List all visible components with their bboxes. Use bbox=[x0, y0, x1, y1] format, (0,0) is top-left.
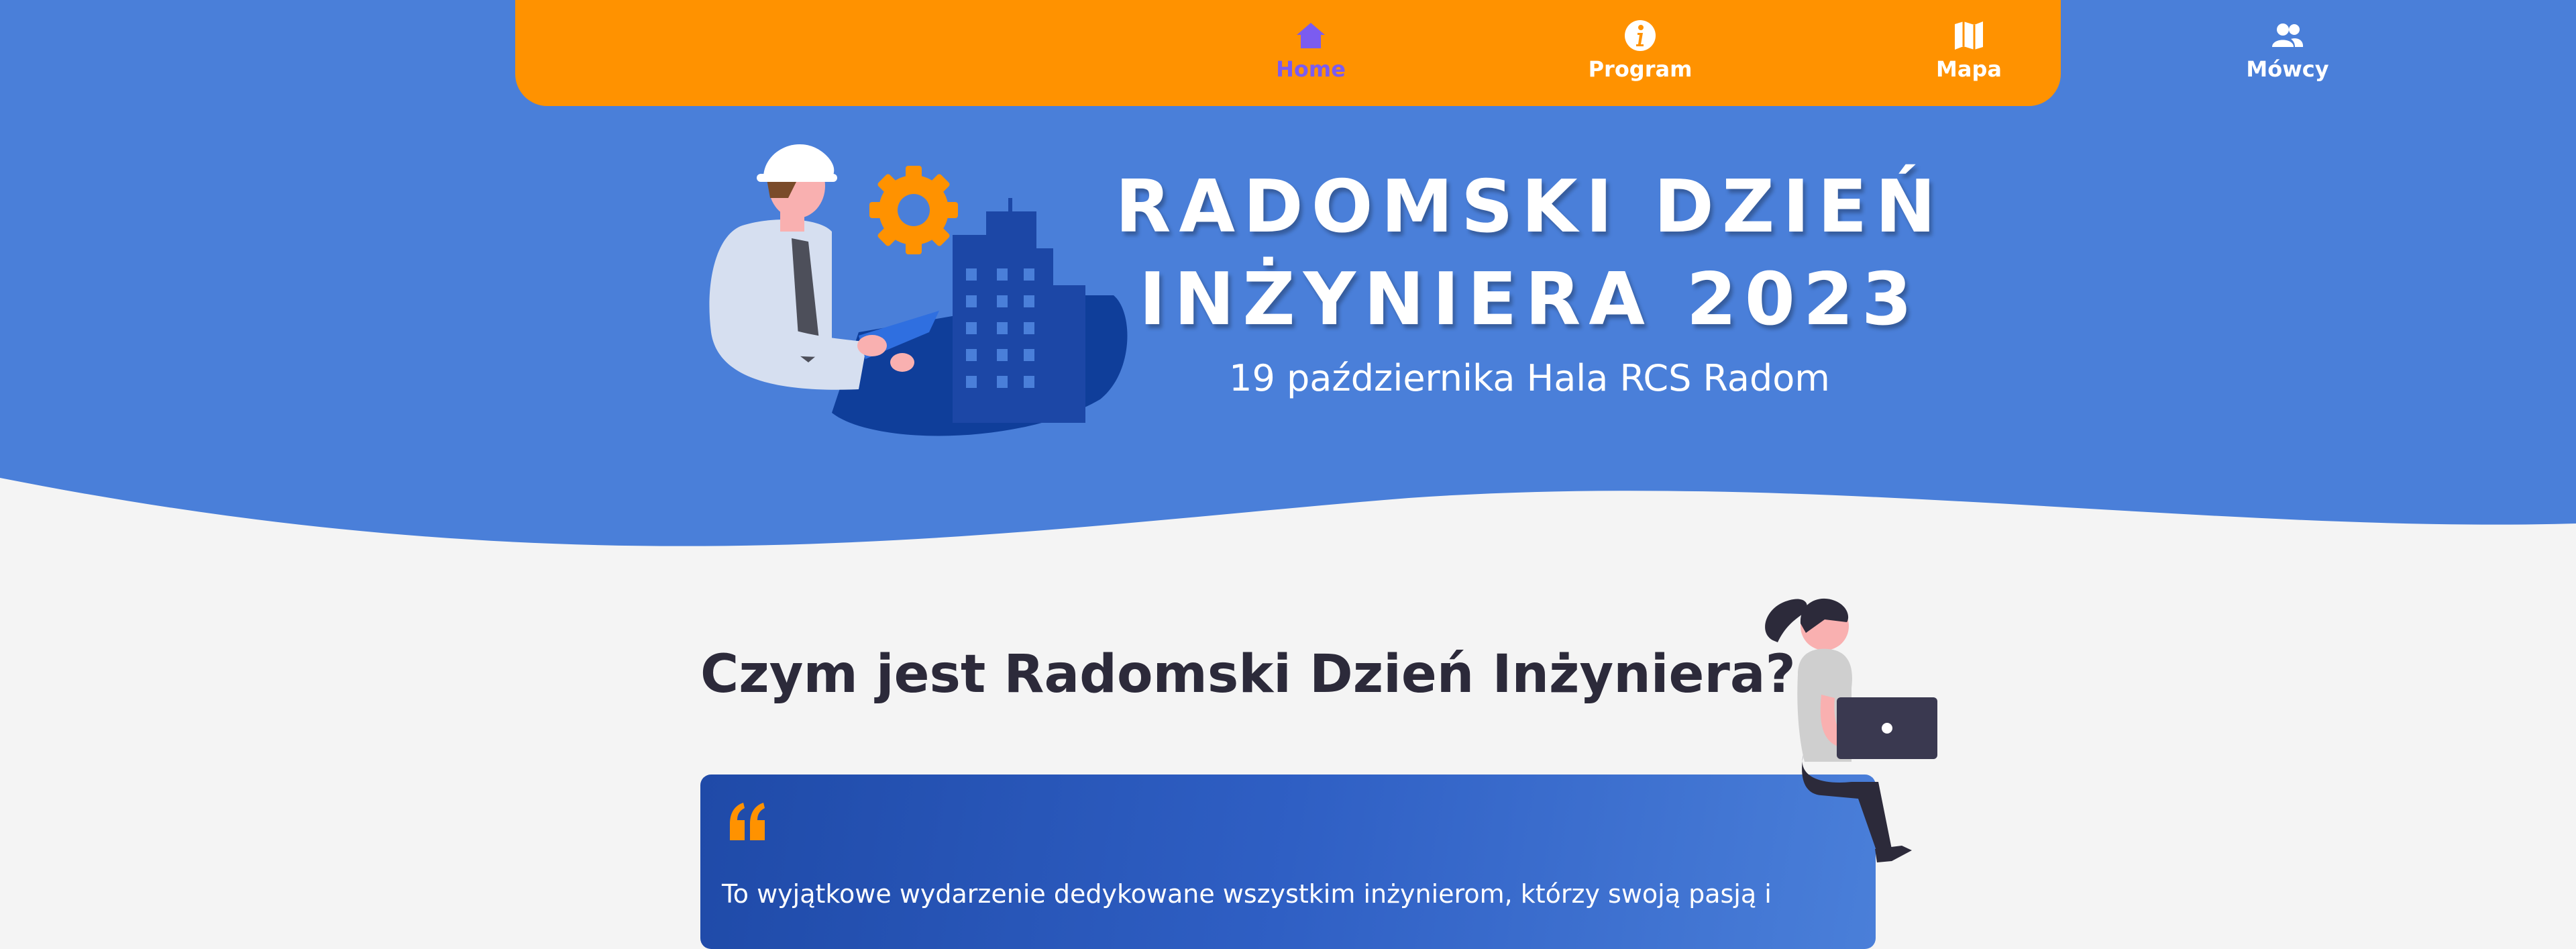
hero-title-line1: RADOMSKI DZIEŃ bbox=[1115, 165, 1944, 249]
engineer-illustration bbox=[709, 144, 1128, 436]
quote-card: To wyjątkowe wydarzenie dedykowane wszys… bbox=[700, 775, 1876, 949]
nav-item-label: Mapa bbox=[1936, 56, 2002, 82]
woman-laptop-illustration bbox=[1765, 598, 1937, 862]
nav-item-mapa[interactable]: Mapa bbox=[1895, 19, 2043, 82]
users-icon bbox=[2272, 23, 2304, 47]
hero-subtitle: 19 października Hala RCS Radom bbox=[1229, 357, 1830, 399]
hero-title-line2: INŻYNIERA 2023 bbox=[1138, 258, 1921, 342]
nav-item-label: Mówcy bbox=[2246, 56, 2329, 82]
section-heading: Czym jest Radomski Dzień Inżyniera? bbox=[700, 644, 1796, 705]
nav-item-home[interactable]: Home bbox=[1237, 19, 1385, 82]
nav-item-mowcy[interactable]: Mówcy bbox=[2214, 19, 2361, 82]
top-navigation: Home Program Mapa Mówcy bbox=[515, 0, 2329, 106]
nav-item-program[interactable]: Program bbox=[1566, 19, 1714, 82]
home-icon bbox=[1297, 23, 1325, 48]
map-icon bbox=[1955, 21, 1983, 50]
info-icon bbox=[1625, 20, 1656, 51]
hero-title: RADOMSKI DZIEŃ INŻYNIERA 2023 bbox=[1100, 161, 1959, 346]
quote-text: To wyjątkowe wydarzenie dedykowane wszys… bbox=[722, 879, 1772, 909]
nav-item-label: Home bbox=[1276, 56, 1346, 82]
quote-icon bbox=[730, 803, 765, 840]
nav-item-label: Program bbox=[1588, 56, 1693, 82]
